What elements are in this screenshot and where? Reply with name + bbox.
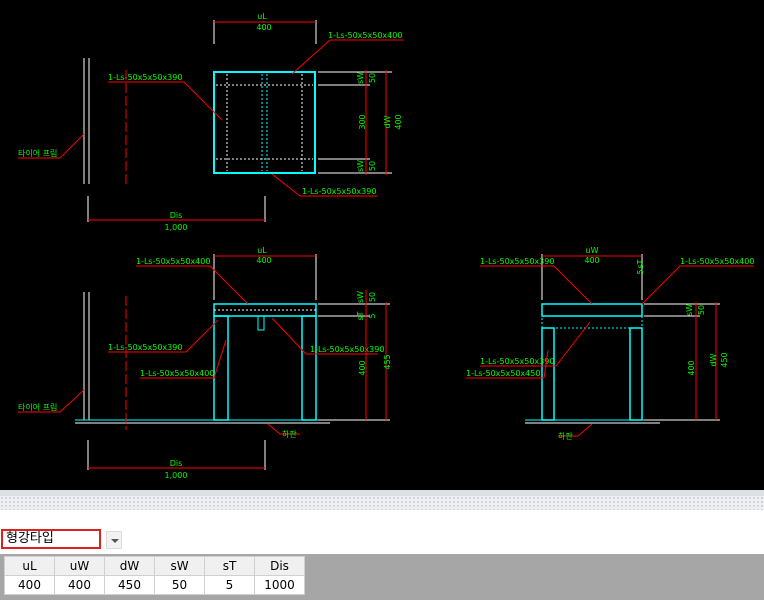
top-dW-value: 400	[394, 114, 403, 129]
side-dW: dW	[709, 353, 718, 366]
top-view: uL 400 1-Ls-50x5x50x400 1-Ls-50x5x50x390…	[18, 12, 404, 232]
side-sW: sW	[685, 304, 694, 316]
side-50: 50	[697, 305, 706, 315]
cell-uL[interactable]: 400	[4, 575, 55, 595]
front-dis-value: 1,000	[165, 471, 188, 480]
header-sW[interactable]: sW	[154, 556, 205, 576]
top-dis-label: Dis	[170, 211, 183, 220]
params-table: uL uW dW sW sT Dis 400 400 450 50 5 1000	[4, 556, 305, 595]
cell-uW[interactable]: 400	[54, 575, 105, 595]
side-450: 450	[720, 352, 729, 367]
top-300: 300	[358, 114, 367, 129]
header-uW[interactable]: uW	[54, 556, 105, 576]
front-uL-value: 400	[256, 256, 271, 265]
header-sT[interactable]: sT	[204, 556, 255, 576]
type-select[interactable]: 형강타입	[1, 529, 101, 549]
cell-sT[interactable]: 5	[204, 575, 255, 595]
front-sT: sT	[356, 311, 365, 320]
front-400: 400	[358, 360, 367, 375]
front-dis-label: Dis	[170, 459, 183, 468]
header-Dis[interactable]: Dis	[254, 556, 305, 576]
top-sW-top: sW	[356, 72, 365, 84]
front-455: 455	[383, 354, 392, 369]
params-value-row: 400 400 450 50 5 1000	[4, 575, 305, 595]
top-uL-label: uL	[257, 12, 267, 21]
top-sW-bot: sW	[356, 160, 365, 172]
front-uL-label: uL	[257, 246, 267, 255]
front-ground-label: 하판	[282, 429, 297, 439]
cad-drawing-canvas[interactable]: uL 400 1-Ls-50x5x50x400 1-Ls-50x5x50x390…	[0, 0, 764, 490]
chevron-down-icon[interactable]	[106, 531, 122, 549]
front-callout-b: 1-Ls-50x5x50x390	[108, 343, 182, 352]
top-callout-a: 1-Ls-50x5x50x400	[328, 31, 402, 40]
side-callout-b: 1-Ls-50x5x50x400	[680, 257, 754, 266]
front-tire-label: 타이어 프림	[18, 402, 57, 412]
top-50-top: 50	[368, 73, 377, 83]
side-callout-a: 1-Ls-50x5x50x390	[480, 257, 554, 266]
top-callout-c: 1-Ls-50x5x50x390	[302, 187, 376, 196]
front-50: 50	[368, 292, 377, 302]
top-dis-value: 1,000	[165, 223, 188, 232]
side-uW-value: 400	[584, 256, 599, 265]
top-callout-b: 1-Ls-50x5x50x390	[108, 73, 182, 82]
side-ground-label: 하판	[558, 431, 573, 441]
side-uW-label: uW	[586, 246, 599, 255]
top-tire-label: 타이어 프림	[18, 148, 57, 158]
cell-sW[interactable]: 50	[154, 575, 205, 595]
front-sW: sW	[356, 291, 365, 303]
side-view: uW 400 sT 5 1-Ls-50x5x50x390 1-Ls-50x5x5…	[466, 246, 754, 441]
cell-Dis[interactable]: 1000	[254, 575, 305, 595]
header-dW[interactable]: dW	[104, 556, 155, 576]
front-callout-a: 1-Ls-50x5x50x400	[136, 257, 210, 266]
params-header-row: uL uW dW sW sT Dis	[4, 556, 305, 576]
header-uL[interactable]: uL	[4, 556, 55, 576]
front-callout-d: 1-Ls-50x5x50x390	[310, 345, 384, 354]
front-callout-c: 1-Ls-50x5x50x400	[140, 369, 214, 378]
top-uL-value: 400	[256, 23, 271, 32]
top-dW-label: dW	[383, 115, 392, 128]
side-5: 5	[636, 269, 645, 274]
splitter-grip[interactable]	[0, 496, 764, 510]
side-callout-c: 1-Ls-50x5x50x390	[480, 357, 554, 366]
side-callout-d: 1-Ls-50x5x50x450	[466, 369, 540, 378]
front-5: 5	[368, 313, 377, 318]
front-view: uL 400 1-Ls-50x5x50x400 1-Ls-50x5x50x390…	[18, 246, 392, 480]
side-sT: sT	[636, 259, 645, 268]
top-50-bot: 50	[368, 161, 377, 171]
side-400: 400	[687, 360, 696, 375]
cell-dW[interactable]: 450	[104, 575, 155, 595]
